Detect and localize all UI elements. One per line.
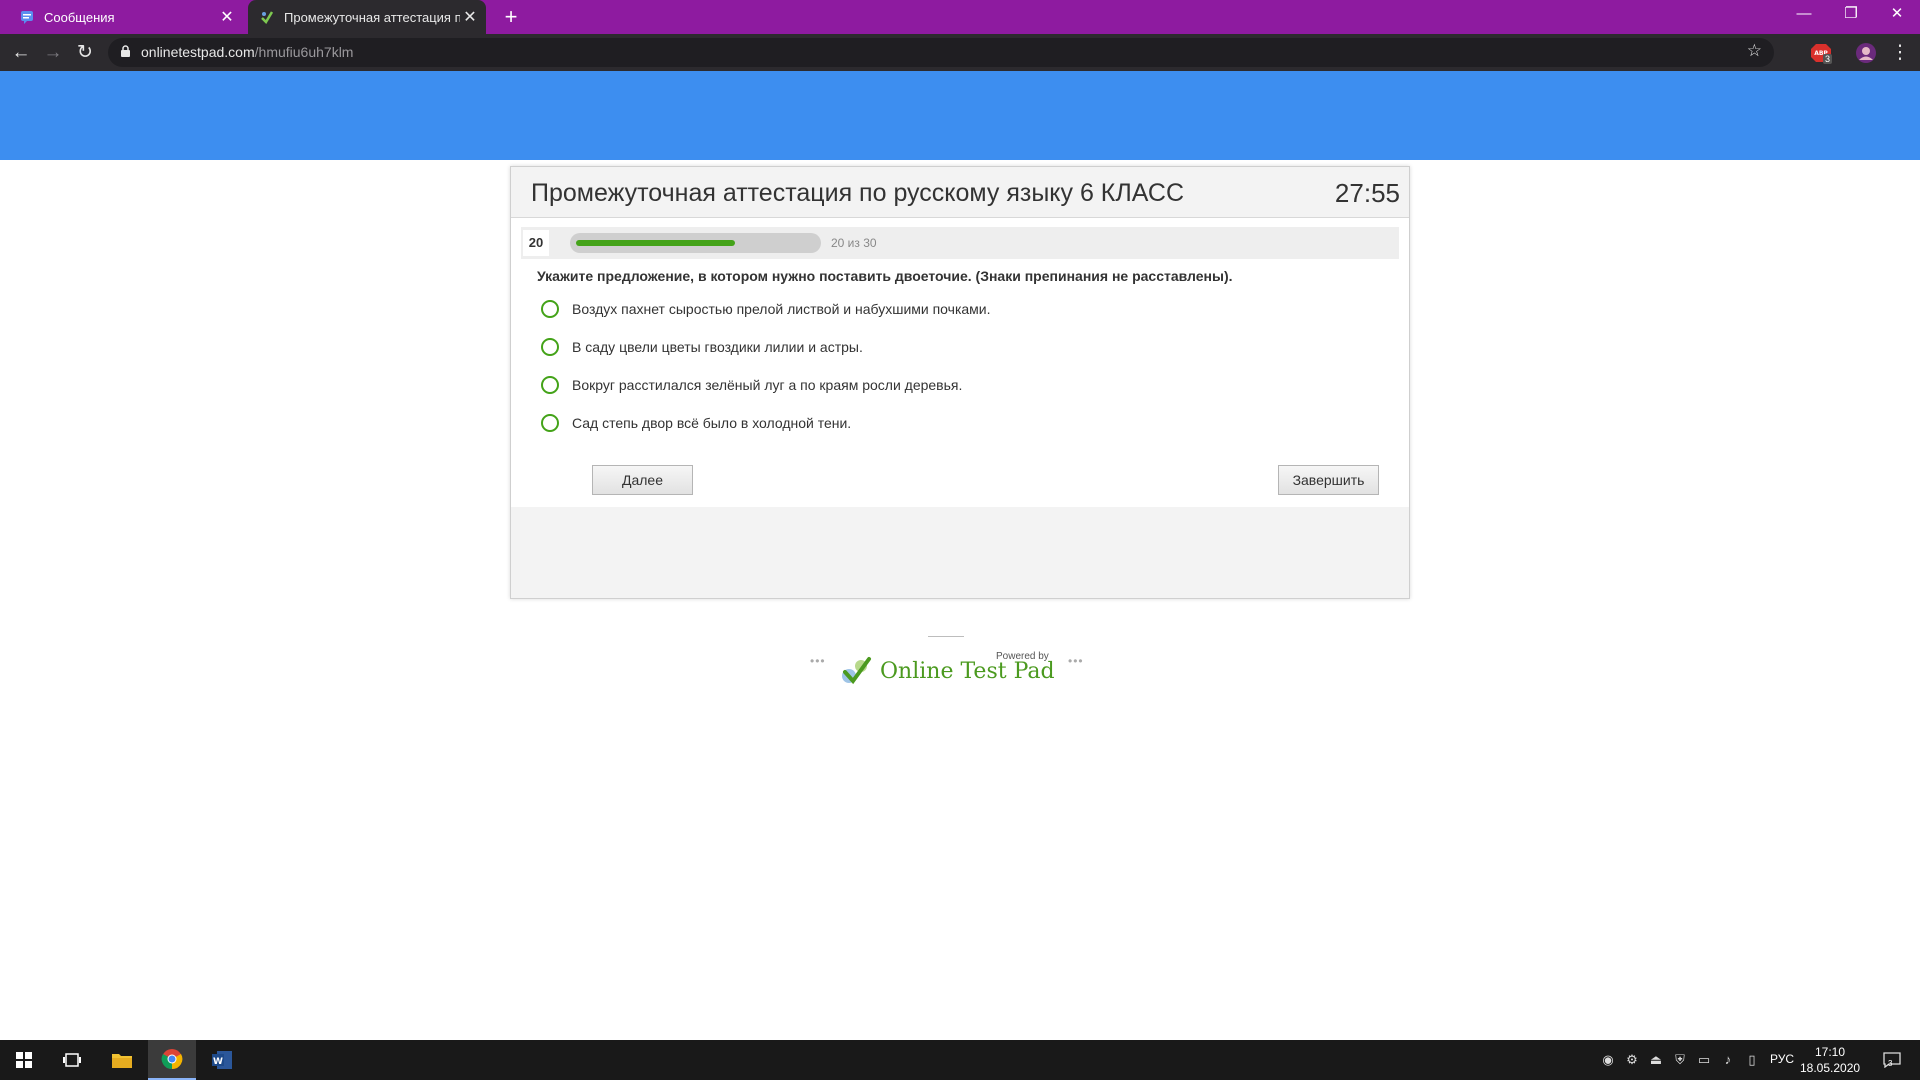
answer-text: Воздух пахнет сыростью прелой листвой и … [572, 301, 991, 317]
task-view-button[interactable] [48, 1040, 96, 1080]
forward-icon[interactable]: → [38, 38, 68, 68]
lock-icon [120, 45, 131, 63]
progress-row: 20 20 из 30 [521, 227, 1399, 259]
word-icon: W [212, 1051, 232, 1069]
radio-button[interactable] [541, 338, 559, 356]
task-view-icon [63, 1053, 81, 1067]
clock-time: 17:10 [1814, 1045, 1846, 1059]
footer-divider [928, 636, 964, 637]
volume-icon[interactable]: ♪ [1720, 1052, 1736, 1068]
answer-text: В саду цвели цветы гвоздики лилии и астр… [572, 339, 863, 355]
question-number: 20 [523, 230, 549, 256]
tab-strip: Сообщения ✕ Промежуточная аттестация по … [0, 0, 1920, 34]
onlinetestpad-icon [260, 10, 274, 24]
notification-count: 3 [1888, 1059, 1893, 1068]
answer-option[interactable]: Сад степь двор всё было в холодной тени. [541, 412, 851, 434]
url-text: onlinetestpad.com/hmufiu6uh7klm [141, 44, 353, 60]
progress-text: 20 из 30 [831, 236, 877, 250]
progress-bar [570, 233, 821, 253]
test-card: Промежуточная аттестация по русскому язы… [510, 166, 1410, 599]
word-taskbar-button[interactable]: W [198, 1040, 246, 1080]
chrome-icon [161, 1049, 183, 1070]
clock-date: 18.05.2020 [1800, 1061, 1861, 1075]
viber-tray-icon[interactable]: ◉ [1600, 1052, 1616, 1068]
answer-text: Сад степь двор всё было в холодной тени. [572, 415, 852, 431]
url-domain: onlinetestpad.com [141, 44, 255, 60]
tab-title: Сообщения [44, 9, 115, 25]
url-path: /hmufiu6uh7klm [254, 44, 354, 60]
language-indicator[interactable]: РУС [1770, 1052, 1794, 1066]
radio-button[interactable] [541, 414, 559, 432]
countdown-timer: 27:55 [1334, 178, 1400, 208]
new-tab-button[interactable]: + [498, 4, 524, 30]
brand-name[interactable]: Online Test Pad [880, 659, 1055, 684]
windows-icon [16, 1052, 32, 1068]
tab-title: Промежуточная аттестация по [284, 9, 460, 25]
progress-fill [576, 240, 735, 246]
answer-option[interactable]: Вокруг расстилался зелёный луг а по края… [541, 374, 962, 396]
system-clock[interactable]: 17:10 18.05.2020 [1800, 1044, 1860, 1076]
bookmark-star-icon[interactable]: ☆ [1747, 41, 1762, 61]
page-banner [0, 71, 1920, 160]
answer-text: Вокруг расстилался зелёный луг а по края… [572, 377, 963, 393]
next-button[interactable]: Далее [592, 465, 693, 495]
taskbar: W ◉ ⚙ ⏏ ⛨ ▭ ♪ ▯ РУС 17:10 18.05.2020 3 [0, 1040, 1920, 1080]
file-explorer-button[interactable] [98, 1040, 146, 1080]
profile-avatar[interactable] [1855, 42, 1877, 64]
question-text: Укажите предложение, в котором нужно пос… [537, 268, 1233, 284]
chrome-taskbar-button[interactable] [148, 1040, 196, 1080]
question-panel: 20 20 из 30 Укажите предложение, в котор… [511, 218, 1409, 507]
address-bar[interactable]: onlinetestpad.com/hmufiu6uh7klm ☆ [108, 38, 1774, 67]
footer-dots-left: ••• [810, 654, 826, 668]
adblock-extension-icon[interactable]: ABP 3 [1810, 42, 1833, 64]
reload-icon[interactable]: ↻ [70, 38, 100, 68]
answer-option[interactable]: Воздух пахнет сыростью прелой листвой и … [541, 298, 991, 320]
radio-button[interactable] [541, 376, 559, 394]
usb-tray-icon[interactable]: ⏏ [1648, 1052, 1664, 1068]
browser-menu-icon[interactable]: ⋮ [1885, 38, 1915, 68]
finish-button[interactable]: Завершить [1278, 465, 1379, 495]
extension-badge: 3 [1823, 54, 1833, 64]
tab-test[interactable]: Промежуточная аттестация по ✕ [248, 0, 486, 34]
restore-button[interactable]: ❐ [1828, 0, 1874, 30]
folder-icon [112, 1054, 132, 1068]
messages-icon [20, 10, 34, 24]
battery-icon[interactable]: ▯ [1744, 1052, 1760, 1068]
radio-button[interactable] [541, 300, 559, 318]
svg-text:W: W [213, 1057, 223, 1067]
network-tray-icon[interactable]: ▭ [1696, 1052, 1712, 1068]
tab-messages[interactable]: Сообщения ✕ [8, 0, 243, 34]
start-button[interactable] [0, 1040, 48, 1080]
close-tab-icon[interactable]: ✕ [460, 7, 480, 27]
back-icon[interactable]: ← [6, 38, 36, 68]
test-title: Промежуточная аттестация по русскому язы… [531, 179, 1185, 207]
answer-option[interactable]: В саду цвели цветы гвоздики лилии и астр… [541, 336, 863, 358]
footer-dots-right: ••• [1068, 654, 1084, 668]
browser-toolbar: ← → ↻ onlinetestpad.com/hmufiu6uh7klm ☆ … [0, 34, 1920, 71]
minimize-button[interactable]: — [1781, 0, 1827, 30]
security-tray-icon[interactable]: ⛨ [1672, 1052, 1688, 1068]
onlinetestpad-logo[interactable] [839, 654, 873, 688]
close-tab-icon[interactable]: ✕ [217, 7, 237, 27]
steam-tray-icon[interactable]: ⚙ [1624, 1052, 1640, 1068]
notifications-icon[interactable]: 3 [1880, 1052, 1904, 1069]
test-header: Промежуточная аттестация по русскому язы… [511, 167, 1409, 218]
close-window-button[interactable]: ✕ [1874, 0, 1920, 30]
